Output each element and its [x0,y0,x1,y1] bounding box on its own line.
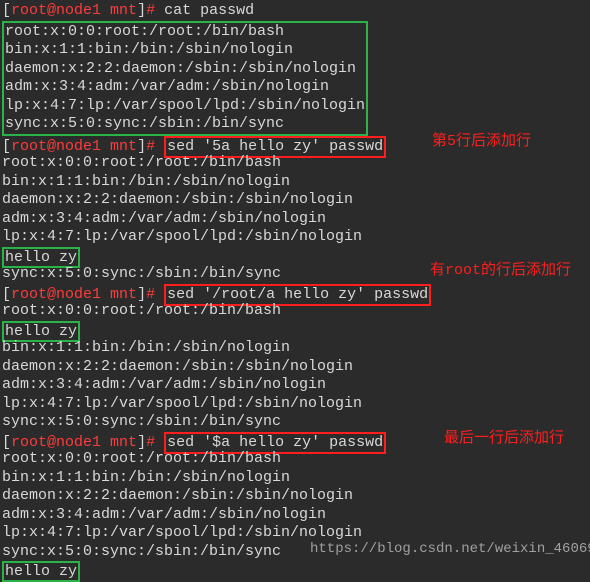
prompt-line[interactable]: [root@node1 mnt]# cat passwd [2,2,590,21]
command-sed-5a: sed '5a hello zy' passwd [167,138,383,155]
prompt-dir: mnt [110,286,137,303]
prompt-symbol: # [146,286,155,303]
output-line: bin:x:1:1:bin:/bin:/sbin/nologin [2,173,590,192]
output-block-cat: root:x:0:0:root:/root:/bin/bash bin:x:1:… [2,21,368,136]
prompt-dir: mnt [110,434,137,451]
command-sed-last: sed '$a hello zy' passwd [167,434,383,451]
prompt-host: root@node1 [11,2,101,19]
prompt-host: root@node1 [11,138,101,155]
output-line: sync:x:5:0:sync:/sbin:/bin/sync [2,413,590,432]
command-sed-root: sed '/root/a hello zy' passwd [167,286,428,303]
command-cat: cat passwd [164,2,254,19]
output-line: bin:x:1:1:bin:/bin:/sbin/nologin [2,469,590,488]
prompt-symbol: # [146,2,155,19]
prompt-host: root@node1 [11,286,101,303]
prompt-dir: mnt [110,138,137,155]
prompt-dir: mnt [110,2,137,19]
prompt-host: root@node1 [11,434,101,451]
output-line: daemon:x:2:2:daemon:/sbin:/sbin/nologin [2,358,590,377]
output-line: lp:x:4:7:lp:/var/spool/lpd:/sbin/nologin [5,97,365,116]
annotation-after-root: 有root的行后添加行 [430,262,571,281]
output-line: adm:x:3:4:adm:/var/adm:/sbin/nologin [2,506,590,525]
output-line: daemon:x:2:2:daemon:/sbin:/sbin/nologin [2,487,590,506]
annotation-after-last: 最后一行后添加行 [444,430,564,449]
output-line: daemon:x:2:2:daemon:/sbin:/sbin/nologin [5,60,365,79]
output-line: sync:x:5:0:sync:/sbin:/bin/sync [5,115,365,134]
output-line: root:x:0:0:root:/root:/bin/bash [5,23,365,42]
inserted-line: hello zy [2,561,80,582]
output-line: lp:x:4:7:lp:/var/spool/lpd:/sbin/nologin [2,395,590,414]
watermark: https://blog.csdn.net/weixin_46069582 [310,540,590,559]
terminal-output: [root@node1 mnt]# cat passwd root:x:0:0:… [0,0,590,580]
annotation-after-line-5: 第5行后添加行 [432,133,531,152]
output-line: adm:x:3:4:adm:/var/adm:/sbin/nologin [2,376,590,395]
output-line: adm:x:3:4:adm:/var/adm:/sbin/nologin [2,210,590,229]
prompt-symbol: # [146,434,155,451]
output-line: lp:x:4:7:lp:/var/spool/lpd:/sbin/nologin [2,228,590,247]
prompt-line[interactable]: [root@node1 mnt]# sed '/root/a hello zy'… [2,284,590,303]
output-line: bin:x:1:1:bin:/bin:/sbin/nologin [5,41,365,60]
prompt-symbol: # [146,138,155,155]
output-line: bin:x:1:1:bin:/bin:/sbin/nologin [2,339,590,358]
output-line: adm:x:3:4:adm:/var/adm:/sbin/nologin [5,78,365,97]
output-line: daemon:x:2:2:daemon:/sbin:/sbin/nologin [2,191,590,210]
